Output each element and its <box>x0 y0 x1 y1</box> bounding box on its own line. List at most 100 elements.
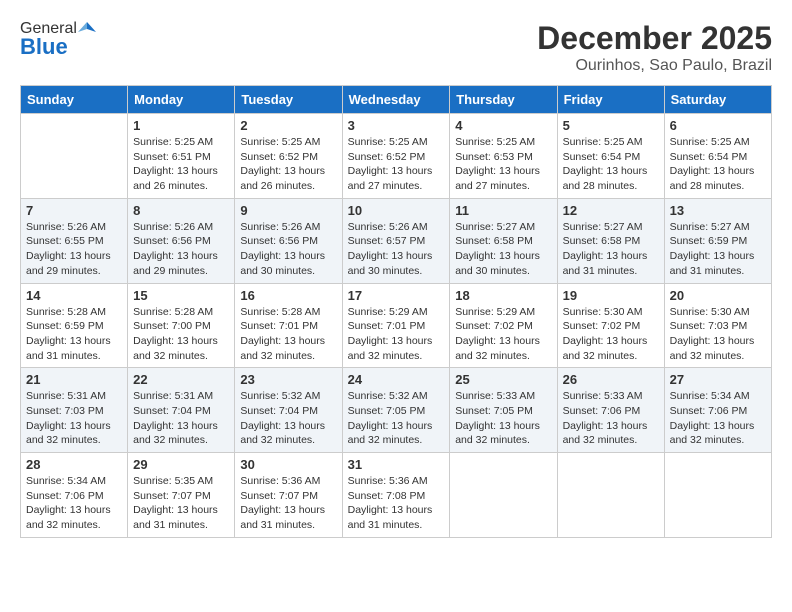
day-info: Sunrise: 5:27 AM Sunset: 6:58 PM Dayligh… <box>563 220 659 279</box>
day-info: Sunrise: 5:26 AM Sunset: 6:56 PM Dayligh… <box>240 220 336 279</box>
day-number: 22 <box>133 372 229 387</box>
calendar-cell <box>21 114 128 199</box>
calendar-cell: 13 Sunrise: 5:27 AM Sunset: 6:59 PM Dayli… <box>664 198 771 283</box>
calendar-cell: 24Sunrise: 5:32 AM Sunset: 7:05 PM Dayli… <box>342 368 450 453</box>
calendar-cell: 30 Sunrise: 5:36 AM Sunset: 7:07 PM Dayli… <box>235 453 342 538</box>
header-friday: Friday <box>557 86 664 114</box>
day-number: 10 <box>348 203 445 218</box>
day-info: Sunrise: 5:28 AM Sunset: 6:59 PM Dayligh… <box>26 305 122 364</box>
day-info: Sunrise: 5:29 AM Sunset: 7:01 PM Dayligh… <box>348 305 445 364</box>
day-number: 29 <box>133 457 229 472</box>
day-number: 19 <box>563 288 659 303</box>
day-number: 28 <box>26 457 122 472</box>
calendar-cell: 23Sunrise: 5:32 AM Sunset: 7:04 PM Dayli… <box>235 368 342 453</box>
calendar-cell: 16Sunrise: 5:28 AM Sunset: 7:01 PM Dayli… <box>235 283 342 368</box>
calendar-table: SundayMondayTuesdayWednesdayThursdayFrid… <box>20 85 772 538</box>
calendar-cell: 29 Sunrise: 5:35 AM Sunset: 7:07 PM Dayli… <box>128 453 235 538</box>
calendar-cell <box>664 453 771 538</box>
header-thursday: Thursday <box>450 86 557 114</box>
logo: General Blue <box>20 20 97 60</box>
header-tuesday: Tuesday <box>235 86 342 114</box>
day-number: 3 <box>348 118 445 133</box>
calendar-cell: 20Sunrise: 5:30 AM Sunset: 7:03 PM Dayli… <box>664 283 771 368</box>
day-number: 26 <box>563 372 659 387</box>
logo-blue-text: Blue <box>20 34 68 60</box>
day-info: Sunrise: 5:29 AM Sunset: 7:02 PM Dayligh… <box>455 305 551 364</box>
day-number: 18 <box>455 288 551 303</box>
logo-bird-icon <box>78 20 96 38</box>
day-number: 9 <box>240 203 336 218</box>
day-info: Sunrise: 5:25 AM Sunset: 6:54 PM Dayligh… <box>670 135 766 194</box>
calendar-week-row: 28 Sunrise: 5:34 AM Sunset: 7:06 PM Dayli… <box>21 453 772 538</box>
day-info: Sunrise: 5:35 AM Sunset: 7:07 PM Dayligh… <box>133 474 229 533</box>
day-number: 30 <box>240 457 336 472</box>
day-info: Sunrise: 5:36 AM Sunset: 7:07 PM Dayligh… <box>240 474 336 533</box>
day-info: Sunrise: 5:26 AM Sunset: 6:55 PM Dayligh… <box>26 220 122 279</box>
day-info: Sunrise: 5:25 AM Sunset: 6:52 PM Dayligh… <box>348 135 445 194</box>
header-saturday: Saturday <box>664 86 771 114</box>
calendar-cell: 22 Sunrise: 5:31 AM Sunset: 7:04 PM Dayli… <box>128 368 235 453</box>
day-info: Sunrise: 5:30 AM Sunset: 7:02 PM Dayligh… <box>563 305 659 364</box>
calendar-cell: 9 Sunrise: 5:26 AM Sunset: 6:56 PM Daylig… <box>235 198 342 283</box>
day-number: 5 <box>563 118 659 133</box>
day-number: 23 <box>240 372 336 387</box>
calendar-cell: 2Sunrise: 5:25 AM Sunset: 6:52 PM Daylig… <box>235 114 342 199</box>
calendar-header-row: SundayMondayTuesdayWednesdayThursdayFrid… <box>21 86 772 114</box>
day-number: 1 <box>133 118 229 133</box>
calendar-cell: 27Sunrise: 5:34 AM Sunset: 7:06 PM Dayli… <box>664 368 771 453</box>
month-title: December 2025 <box>537 20 772 57</box>
calendar-cell: 19 Sunrise: 5:30 AM Sunset: 7:02 PM Dayli… <box>557 283 664 368</box>
calendar-cell: 26Sunrise: 5:33 AM Sunset: 7:06 PM Dayli… <box>557 368 664 453</box>
day-number: 14 <box>26 288 122 303</box>
day-number: 13 <box>670 203 766 218</box>
calendar-cell: 8Sunrise: 5:26 AM Sunset: 6:56 PM Daylig… <box>128 198 235 283</box>
day-number: 25 <box>455 372 551 387</box>
day-number: 2 <box>240 118 336 133</box>
day-number: 17 <box>348 288 445 303</box>
day-info: Sunrise: 5:34 AM Sunset: 7:06 PM Dayligh… <box>26 474 122 533</box>
calendar-cell: 15 Sunrise: 5:28 AM Sunset: 7:00 PM Dayli… <box>128 283 235 368</box>
calendar-cell: 31Sunrise: 5:36 AM Sunset: 7:08 PM Dayli… <box>342 453 450 538</box>
calendar-week-row: 14 Sunrise: 5:28 AM Sunset: 6:59 PM Dayli… <box>21 283 772 368</box>
location-title: Ourinhos, Sao Paulo, Brazil <box>537 57 772 75</box>
calendar-cell <box>450 453 557 538</box>
day-info: Sunrise: 5:26 AM Sunset: 6:56 PM Dayligh… <box>133 220 229 279</box>
day-number: 20 <box>670 288 766 303</box>
title-block: December 2025 Ourinhos, Sao Paulo, Brazi… <box>537 20 772 75</box>
day-number: 12 <box>563 203 659 218</box>
calendar-cell: 3 Sunrise: 5:25 AM Sunset: 6:52 PM Daylig… <box>342 114 450 199</box>
day-info: Sunrise: 5:27 AM Sunset: 6:58 PM Dayligh… <box>455 220 551 279</box>
day-number: 31 <box>348 457 445 472</box>
calendar-week-row: 7Sunrise: 5:26 AM Sunset: 6:55 PM Daylig… <box>21 198 772 283</box>
calendar-cell <box>557 453 664 538</box>
calendar-cell: 7Sunrise: 5:26 AM Sunset: 6:55 PM Daylig… <box>21 198 128 283</box>
calendar-cell: 25 Sunrise: 5:33 AM Sunset: 7:05 PM Dayli… <box>450 368 557 453</box>
calendar-cell: 11 Sunrise: 5:27 AM Sunset: 6:58 PM Dayli… <box>450 198 557 283</box>
calendar-cell: 21Sunrise: 5:31 AM Sunset: 7:03 PM Dayli… <box>21 368 128 453</box>
day-info: Sunrise: 5:27 AM Sunset: 6:59 PM Dayligh… <box>670 220 766 279</box>
day-info: Sunrise: 5:28 AM Sunset: 7:00 PM Dayligh… <box>133 305 229 364</box>
day-info: Sunrise: 5:26 AM Sunset: 6:57 PM Dayligh… <box>348 220 445 279</box>
header-wednesday: Wednesday <box>342 86 450 114</box>
calendar-week-row: 1 Sunrise: 5:25 AM Sunset: 6:51 PM Daylig… <box>21 114 772 199</box>
day-info: Sunrise: 5:25 AM Sunset: 6:53 PM Dayligh… <box>455 135 551 194</box>
header-monday: Monday <box>128 86 235 114</box>
calendar-cell: 1 Sunrise: 5:25 AM Sunset: 6:51 PM Daylig… <box>128 114 235 199</box>
calendar-cell: 18 Sunrise: 5:29 AM Sunset: 7:02 PM Dayli… <box>450 283 557 368</box>
calendar-cell: 28 Sunrise: 5:34 AM Sunset: 7:06 PM Dayli… <box>21 453 128 538</box>
day-info: Sunrise: 5:31 AM Sunset: 7:04 PM Dayligh… <box>133 389 229 448</box>
day-number: 15 <box>133 288 229 303</box>
day-number: 6 <box>670 118 766 133</box>
calendar-cell: 12 Sunrise: 5:27 AM Sunset: 6:58 PM Dayli… <box>557 198 664 283</box>
calendar-cell: 4Sunrise: 5:25 AM Sunset: 6:53 PM Daylig… <box>450 114 557 199</box>
header-sunday: Sunday <box>21 86 128 114</box>
day-number: 11 <box>455 203 551 218</box>
page-header: General Blue December 2025 Ourinhos, Sao… <box>20 20 772 75</box>
calendar-cell: 5Sunrise: 5:25 AM Sunset: 6:54 PM Daylig… <box>557 114 664 199</box>
day-info: Sunrise: 5:31 AM Sunset: 7:03 PM Dayligh… <box>26 389 122 448</box>
day-number: 27 <box>670 372 766 387</box>
day-info: Sunrise: 5:33 AM Sunset: 7:05 PM Dayligh… <box>455 389 551 448</box>
day-info: Sunrise: 5:25 AM Sunset: 6:51 PM Dayligh… <box>133 135 229 194</box>
day-number: 16 <box>240 288 336 303</box>
calendar-week-row: 21Sunrise: 5:31 AM Sunset: 7:03 PM Dayli… <box>21 368 772 453</box>
